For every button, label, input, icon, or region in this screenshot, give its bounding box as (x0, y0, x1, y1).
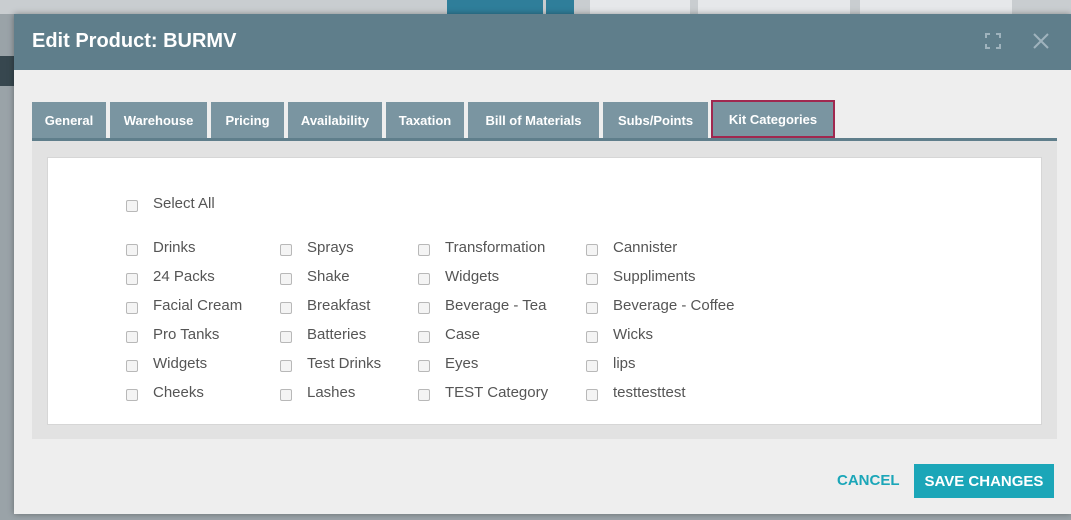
category-label: Breakfast (307, 297, 371, 314)
background-app-tab (860, 0, 1012, 14)
expand-icon-glyph (985, 33, 1001, 49)
category-label: Cheeks (153, 384, 204, 401)
background-app-tab (698, 0, 850, 14)
edit-product-modal: Edit Product: BURMV General Warehouse Pr… (14, 14, 1071, 514)
category-label: Shake (307, 268, 350, 285)
category-checkbox[interactable] (418, 389, 430, 401)
category-label: Suppliments (613, 268, 696, 285)
tab-general[interactable]: General (32, 102, 106, 138)
category-label: Drinks (153, 239, 196, 256)
category-label: TEST Category (445, 384, 549, 401)
category-checkbox[interactable] (280, 302, 292, 314)
category-label: 24 Packs (153, 268, 215, 285)
tab-bar: General Warehouse Pricing Availability T… (32, 100, 1057, 141)
cancel-button[interactable]: CANCEL (837, 472, 900, 489)
background-app-tab (447, 0, 543, 14)
category-checkbox[interactable] (418, 302, 430, 314)
tab-warehouse[interactable]: Warehouse (110, 102, 207, 138)
category-checkbox[interactable] (418, 331, 430, 343)
category-checkbox[interactable] (126, 389, 138, 401)
tab-label: General (44, 112, 94, 128)
expand-icon[interactable] (984, 32, 1002, 54)
save-changes-label: SAVE CHANGES (924, 472, 1044, 490)
category-checkbox[interactable] (126, 302, 138, 314)
category-label: Facial Cream (153, 297, 243, 314)
tab-availability[interactable]: Availability (288, 102, 382, 138)
tab-pricing[interactable]: Pricing (211, 102, 284, 138)
category-checkbox[interactable] (126, 331, 138, 343)
modal-header: Edit Product: BURMV (14, 14, 1071, 70)
tab-label: Warehouse (123, 112, 194, 128)
category-label: Sprays (307, 239, 354, 256)
close-icon[interactable] (1032, 32, 1050, 54)
category-label: lips (613, 355, 636, 372)
tab-panel: Select All Drinks 24 Packs Facial Cream … (32, 141, 1057, 439)
category-checkbox[interactable] (126, 360, 138, 372)
close-icon-glyph (1033, 33, 1049, 49)
tab-subs-points[interactable]: Subs/Points (603, 102, 708, 138)
kit-categories-card: Select All Drinks 24 Packs Facial Cream … (47, 157, 1042, 425)
category-checkbox[interactable] (418, 273, 430, 285)
tab-bill-of-materials[interactable]: Bill of Materials (468, 102, 599, 138)
category-label: Beverage - Coffee (613, 297, 735, 314)
category-checkbox[interactable] (586, 331, 598, 343)
category-label: Widgets (445, 268, 500, 285)
category-checkbox[interactable] (586, 302, 598, 314)
category-checkbox[interactable] (418, 360, 430, 372)
category-label: Beverage - Tea (445, 297, 547, 314)
tab-label: Kit Categories (728, 111, 818, 127)
category-label: Case (445, 326, 481, 343)
category-label: Wicks (613, 326, 653, 343)
category-label: Widgets (153, 355, 208, 372)
tab-label: Subs/Points (617, 112, 694, 128)
tab-label: Taxation (398, 112, 452, 128)
category-label: testtesttest (613, 384, 686, 401)
tab-taxation[interactable]: Taxation (386, 102, 464, 138)
category-checkbox[interactable] (586, 360, 598, 372)
category-checkbox[interactable] (126, 244, 138, 256)
select-all-label: Select All (153, 195, 215, 212)
tab-label: Pricing (225, 112, 270, 128)
tab-label: Availability (300, 112, 370, 128)
category-checkbox[interactable] (586, 273, 598, 285)
category-checkbox[interactable] (280, 273, 292, 285)
modal-title: Edit Product: BURMV (32, 30, 237, 52)
save-changes-button[interactable]: SAVE CHANGES (914, 464, 1054, 498)
category-label: Batteries (307, 326, 367, 343)
category-label: Lashes (307, 384, 356, 401)
category-checkbox[interactable] (280, 244, 292, 256)
background-app-sidebar (0, 56, 14, 86)
category-label: Transformation (445, 239, 546, 256)
category-checkbox[interactable] (280, 331, 292, 343)
category-label: Pro Tanks (153, 326, 220, 343)
tab-label: Bill of Materials (485, 112, 582, 128)
category-checkbox[interactable] (126, 273, 138, 285)
tab-kit-categories[interactable]: Kit Categories (711, 100, 835, 138)
category-label: Test Drinks (307, 355, 382, 372)
category-checkbox[interactable] (586, 244, 598, 256)
category-label: Eyes (445, 355, 479, 372)
category-checkbox[interactable] (586, 389, 598, 401)
category-label: Cannister (613, 239, 678, 256)
category-checkbox[interactable] (280, 360, 292, 372)
select-all-checkbox[interactable] (126, 200, 138, 212)
category-checkbox[interactable] (280, 389, 292, 401)
background-app-tab (546, 0, 574, 14)
category-checkbox[interactable] (418, 244, 430, 256)
background-app-tab (590, 0, 690, 14)
